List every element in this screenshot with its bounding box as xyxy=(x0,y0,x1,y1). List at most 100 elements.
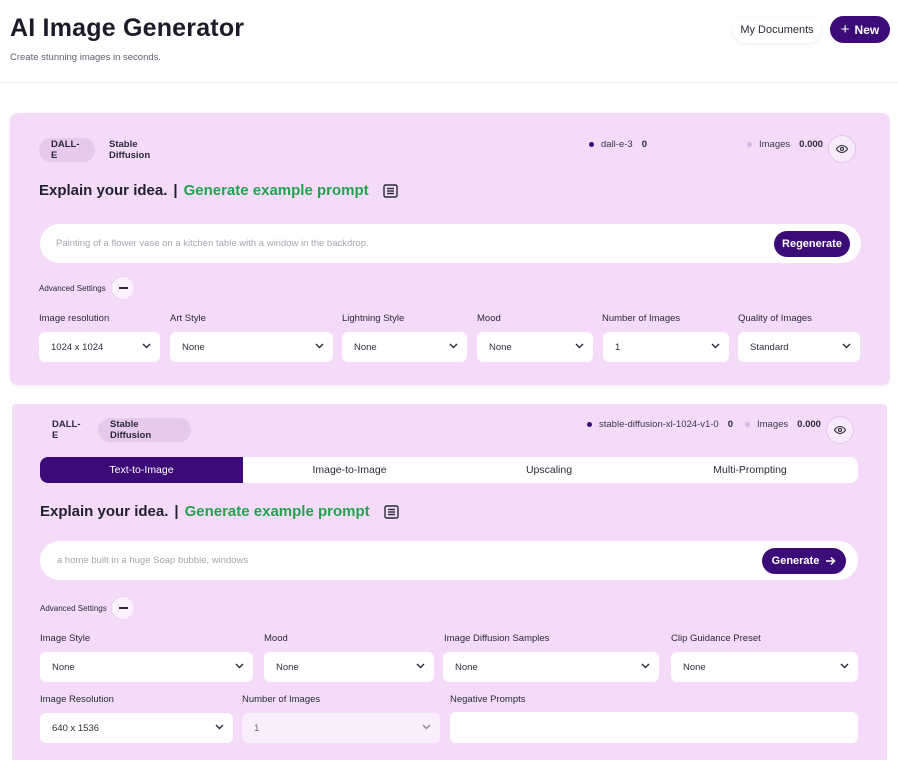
my-documents-button[interactable]: My Documents xyxy=(733,17,821,43)
chevron-down-icon xyxy=(315,343,324,349)
select-value: None xyxy=(354,341,377,353)
eye-button[interactable] xyxy=(828,135,856,163)
select-value: 640 x 1536 xyxy=(52,722,100,734)
tab-multi-prompting[interactable]: Multi-Prompting xyxy=(642,457,858,483)
generate-example-prompt-link[interactable]: Generate example prompt xyxy=(184,182,369,199)
document-icon[interactable] xyxy=(382,183,398,198)
images-stat: Images 0.000 xyxy=(745,419,821,430)
images-count: 0.000 xyxy=(797,419,821,430)
images-dot-icon xyxy=(745,422,750,427)
select-value: None xyxy=(52,661,75,673)
mode-tabs: Text-to-Image Image-to-Image Upscaling M… xyxy=(40,457,858,483)
select-value: None xyxy=(455,661,478,673)
tab-dalle[interactable]: DALL-E xyxy=(39,138,95,162)
image-style-label: Image Style xyxy=(40,633,91,644)
mood-label: Mood xyxy=(477,313,501,324)
image-resolution-select[interactable]: 640 x 1536 xyxy=(40,713,233,743)
chevron-down-icon xyxy=(711,343,720,349)
model-dot-icon xyxy=(587,422,592,427)
number-of-images-select[interactable]: 1 xyxy=(603,332,729,362)
mood-select[interactable]: None xyxy=(477,332,593,362)
negative-prompts-label: Negative Prompts xyxy=(450,694,526,705)
select-value: None xyxy=(182,341,205,353)
generate-button[interactable]: Generate xyxy=(762,548,846,574)
select-value: 1024 x 1024 xyxy=(51,341,104,353)
chevron-down-icon xyxy=(575,343,584,349)
eye-button[interactable] xyxy=(826,416,854,444)
tab-image-to-image[interactable]: Image-to-Image xyxy=(243,457,456,483)
number-of-images-label: Number of Images xyxy=(602,313,681,324)
lightning-style-label: Lightning Style xyxy=(342,313,405,324)
image-diffusion-samples-select[interactable]: None xyxy=(443,652,659,682)
explain-separator: | xyxy=(173,182,178,199)
select-value: None xyxy=(489,341,512,353)
image-resolution-label: Image Resolution xyxy=(40,694,114,705)
advanced-settings-label: Advanced Settings xyxy=(39,284,106,293)
document-icon[interactable] xyxy=(383,504,399,519)
chevron-down-icon xyxy=(840,663,849,669)
image-resolution-label: Image resolution xyxy=(39,313,110,324)
chevron-down-icon xyxy=(641,663,650,669)
prompt-input[interactable] xyxy=(57,551,747,569)
art-style-select[interactable]: None xyxy=(170,332,333,362)
explain-text: Explain your idea. xyxy=(40,503,169,520)
model-stat: stable-diffusion-xl-1024-v1-0 0 xyxy=(587,419,733,430)
model-count: 0 xyxy=(727,419,733,430)
mood-label: Mood xyxy=(264,633,288,644)
chevron-down-icon xyxy=(235,663,244,669)
image-resolution-select[interactable]: 1024 x 1024 xyxy=(39,332,160,362)
tab-dalle[interactable]: DALL-E xyxy=(40,418,96,442)
image-diffusion-samples-label: Image Diffusion Samples xyxy=(444,633,550,644)
tab-stable-diffusion[interactable]: Stable Diffusion xyxy=(97,138,191,162)
chevron-down-icon xyxy=(842,343,851,349)
collapse-advanced-button[interactable] xyxy=(111,596,135,620)
select-value: 1 xyxy=(615,341,621,353)
minus-icon xyxy=(118,287,128,289)
model-name: stable-diffusion-xl-1024-v1-0 xyxy=(599,419,719,430)
negative-prompts-input[interactable] xyxy=(450,712,858,743)
chevron-down-icon xyxy=(449,343,458,349)
model-count: 0 xyxy=(641,139,647,150)
explain-heading: Explain your idea. | Generate example pr… xyxy=(39,182,398,199)
images-label: Images xyxy=(759,139,791,150)
collapse-advanced-button[interactable] xyxy=(111,276,135,300)
clip-guidance-preset-label: Clip Guidance Preset xyxy=(671,633,761,644)
tab-stable-diffusion[interactable]: Stable Diffusion xyxy=(98,418,191,442)
page-title: AI Image Generator xyxy=(10,14,245,42)
arrow-right-icon xyxy=(826,556,836,566)
header-divider xyxy=(0,82,898,83)
image-style-select[interactable]: None xyxy=(40,652,253,682)
generate-button-label: Generate xyxy=(771,555,820,567)
new-button-label: New xyxy=(854,22,880,37)
images-count: 0.000 xyxy=(799,139,823,150)
generate-example-prompt-link[interactable]: Generate example prompt xyxy=(185,503,370,520)
quality-of-images-select[interactable]: Standard xyxy=(738,332,860,362)
number-of-images-label: Number of Images xyxy=(242,694,321,705)
select-value: None xyxy=(683,661,706,673)
minus-icon xyxy=(118,607,128,609)
explain-text: Explain your idea. xyxy=(39,182,168,199)
art-style-label: Art Style xyxy=(170,313,206,324)
quality-of-images-label: Quality of Images xyxy=(738,313,812,324)
plus-icon: + xyxy=(840,21,850,38)
mood-select[interactable]: None xyxy=(264,652,434,682)
chevron-down-icon xyxy=(416,663,425,669)
prompt-input[interactable] xyxy=(56,234,756,252)
tab-upscaling[interactable]: Upscaling xyxy=(456,457,642,483)
explain-separator: | xyxy=(174,503,179,520)
explain-heading: Explain your idea. | Generate example pr… xyxy=(40,503,399,520)
tab-text-to-image[interactable]: Text-to-Image xyxy=(40,457,243,483)
new-button[interactable]: + New xyxy=(830,16,890,43)
select-value: None xyxy=(276,661,299,673)
regenerate-button[interactable]: Regenerate xyxy=(774,231,850,257)
images-dot-icon xyxy=(747,142,752,147)
eye-icon xyxy=(836,144,848,154)
clip-guidance-preset-select[interactable]: None xyxy=(671,652,858,682)
chevron-down-icon xyxy=(422,724,431,730)
select-value: 1 xyxy=(254,722,260,734)
number-of-images-select[interactable]: 1 xyxy=(242,713,440,743)
lightning-style-select[interactable]: None xyxy=(342,332,467,362)
eye-icon xyxy=(834,425,846,435)
advanced-settings-label: Advanced Settings xyxy=(40,604,107,613)
page-subtitle: Create stunning images in seconds. xyxy=(10,52,162,63)
